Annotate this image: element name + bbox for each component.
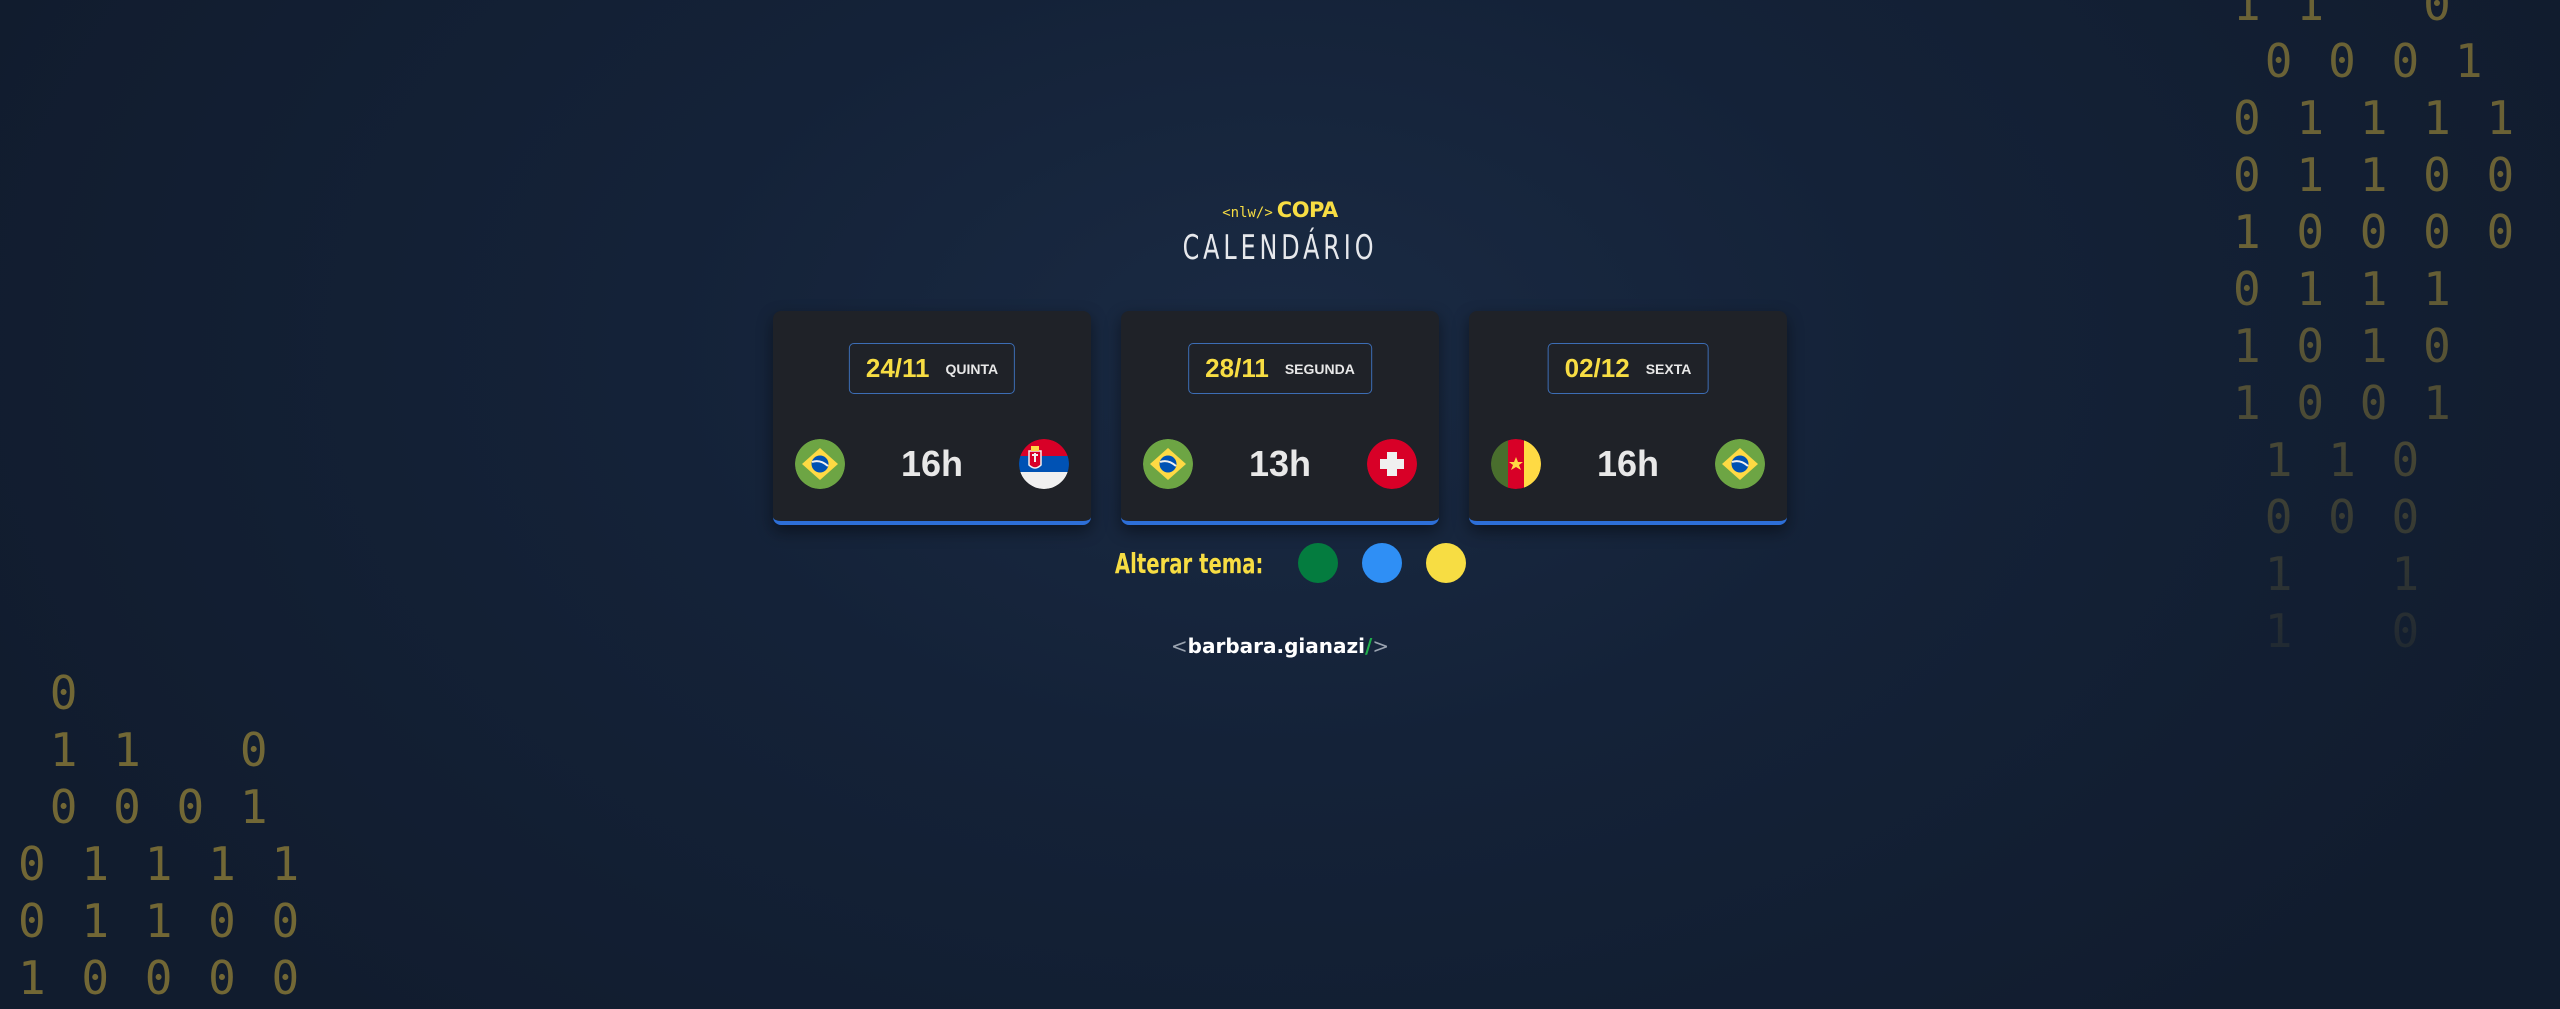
match-weekday: QUINTA xyxy=(945,360,999,377)
match-row: 16h xyxy=(1491,439,1765,489)
switzerland-flag-icon xyxy=(1366,439,1417,489)
match-date: 28/11 xyxy=(1205,353,1269,383)
match-time: 16h xyxy=(900,443,964,484)
match-card: 28/11 SEGUNDA 13h xyxy=(1121,311,1439,525)
match-card: 02/12 SEXTA 16h xyxy=(1469,311,1787,525)
page-header: <nlw/> COPA CALENDÁRIO xyxy=(0,198,2560,268)
serbia-flag-icon xyxy=(1018,439,1069,489)
date-badge: 28/11 SEGUNDA xyxy=(1188,343,1372,394)
match-row: 13h xyxy=(1143,439,1417,489)
match-row: 16h xyxy=(795,439,1069,489)
brazil-flag-icon xyxy=(1714,439,1765,489)
copa-logo: <nlw/> COPA xyxy=(1222,198,1338,222)
brazil-flag-icon xyxy=(795,439,845,489)
page-title: CALENDÁRIO xyxy=(1182,228,1378,268)
theme-blue-button[interactable] xyxy=(1362,543,1403,583)
background-binary-left: 0 1 1 0 0 0 0 1 0 1 1 1 1 0 1 1 0 0 1 0 … xyxy=(18,666,304,1005)
author-signature[interactable]: <barbara.gianazi/> xyxy=(0,634,2560,658)
brazil-flag-icon xyxy=(1143,439,1193,489)
signature-name: barbara.gianazi xyxy=(1187,634,1366,658)
match-time: 13h xyxy=(1248,443,1312,484)
signature-open-bracket: < xyxy=(1170,634,1188,658)
theme-switcher: Alterar tema: xyxy=(0,543,2560,583)
match-weekday: SEXTA xyxy=(1645,360,1692,377)
match-card: 24/11 QUINTA 16h xyxy=(773,311,1091,525)
match-time: 16h xyxy=(1596,443,1660,484)
logo-text: COPA xyxy=(1276,198,1338,222)
signature-close-bracket: > xyxy=(1372,634,1390,658)
match-weekday: SEGUNDA xyxy=(1284,360,1355,377)
match-date: 02/12 xyxy=(1564,353,1630,383)
logo-tag: <nlw/> xyxy=(1222,205,1273,221)
cameroon-flag-icon xyxy=(1491,439,1541,489)
match-cards: 24/11 QUINTA 16h 28/11 SEGUNDA 13h 02/12… xyxy=(773,311,1787,525)
match-date: 24/11 xyxy=(865,353,930,383)
theme-label: Alterar tema: xyxy=(1114,546,1264,580)
date-badge: 24/11 QUINTA xyxy=(848,343,1016,394)
theme-green-button[interactable] xyxy=(1298,543,1339,583)
date-badge: 02/12 SEXTA xyxy=(1547,343,1709,394)
theme-yellow-button[interactable] xyxy=(1426,543,1467,583)
